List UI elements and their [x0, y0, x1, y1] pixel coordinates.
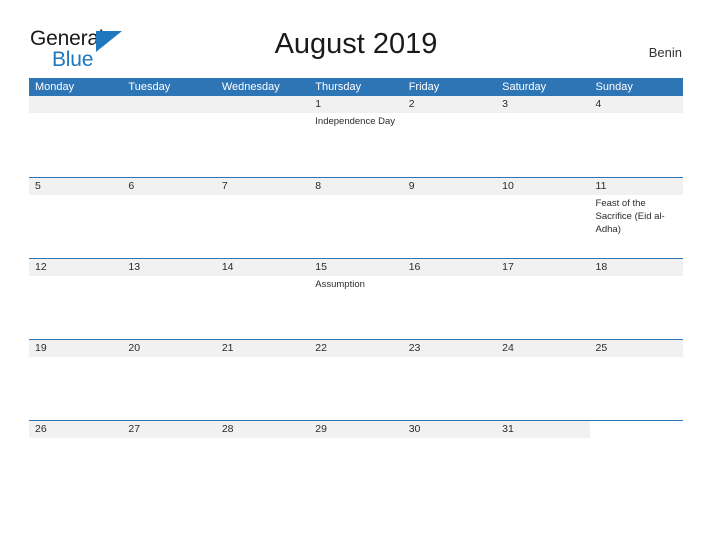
day-number: 15 [315, 261, 327, 273]
calendar-day-cell[interactable]: 19 [29, 340, 122, 420]
day-number: 20 [128, 342, 141, 354]
calendar-day-cell[interactable]: 29 [309, 421, 402, 501]
weekday-header-sunday: Sunday [595, 81, 633, 93]
calendar-day-cell[interactable]: 13 [122, 259, 215, 339]
day-number: 19 [35, 342, 47, 354]
calendar-week-row: 26 27 28 29 30 31 [29, 420, 683, 501]
calendar-day-cell[interactable]: 15 Assumption [309, 259, 402, 339]
calendar-day-cell[interactable]: 6 [122, 178, 215, 258]
calendar-day-cell[interactable]: 16 [403, 259, 496, 339]
day-number: 13 [128, 261, 141, 273]
calendar-day-cell-empty [29, 96, 122, 177]
calendar-week-row: 12 13 14 15 Assumption 16 17 18 [29, 258, 683, 339]
calendar-week-row: 19 20 21 22 23 24 25 [29, 339, 683, 420]
weekday-header-saturday: Saturday [502, 81, 547, 93]
calendar-day-cell[interactable]: 26 [29, 421, 122, 501]
weekday-header-tuesday: Tuesday [128, 81, 171, 93]
calendar-week-row: 5 6 7 8 9 10 11 Feast of the Sacrifice (Eid al-… [29, 177, 683, 258]
calendar-week-row: 1 Independence Day 2 3 4 [29, 96, 683, 177]
weekday-header-thursday: Thursday [315, 81, 362, 93]
day-number: 28 [221, 423, 234, 435]
calendar-day-cell[interactable]: 30 [403, 421, 496, 501]
calendar-day-cell[interactable]: 1 Independence Day [309, 96, 402, 177]
country-label: Benin [648, 45, 682, 60]
calendar-weeks: 1 Independence Day 2 3 4 5 6 7 8 9 10 11 Feast of th… [29, 96, 683, 501]
day-number: 17 [502, 261, 514, 273]
calendar-day-cell[interactable]: 3 [496, 96, 589, 177]
day-number: 8 [315, 180, 322, 192]
weekday-header-friday: Friday [408, 81, 440, 93]
day-number: 21 [221, 342, 234, 354]
calendar-day-cell[interactable]: 21 [216, 340, 309, 420]
calendar-day-cell[interactable]: 7 [216, 178, 309, 258]
day-event-label: Independence Day [315, 116, 396, 127]
weekday-header-row: Monday Tuesday Wednesday Thursday Friday Satu… [29, 78, 683, 96]
day-number: 6 [128, 180, 135, 192]
calendar-day-cell[interactable]: 2 [403, 96, 496, 177]
calendar-day-cell[interactable]: 22 [309, 340, 402, 420]
calendar-day-cell[interactable]: 9 [403, 178, 496, 258]
day-number: 2 [408, 98, 415, 110]
day-number: 25 [595, 342, 608, 354]
weekday-header-wednesday: Wednesday [221, 81, 280, 93]
day-number: 30 [408, 423, 421, 435]
day-number: 29 [315, 423, 327, 435]
day-event-label: Assumption [315, 279, 365, 290]
calendar-day-cell[interactable]: 25 [590, 340, 683, 420]
day-number: 18 [595, 261, 608, 273]
calendar-day-cell[interactable]: 18 [590, 259, 683, 339]
calendar-day-cell[interactable]: 14 [216, 259, 309, 339]
calendar-day-cell[interactable]: 17 [496, 259, 589, 339]
calendar-day-cell[interactable]: 20 [122, 340, 215, 420]
day-number: 14 [221, 261, 234, 273]
calendar-day-cell[interactable]: 12 [29, 259, 122, 339]
day-number: 31 [502, 423, 514, 435]
calendar-day-cell[interactable]: 24 [496, 340, 589, 420]
day-number: 4 [595, 98, 602, 110]
day-number: 1 [315, 98, 322, 110]
day-number: 22 [315, 342, 327, 354]
day-number: 23 [408, 342, 421, 354]
day-number: 9 [408, 180, 415, 192]
weekday-header-monday: Monday [35, 81, 75, 93]
calendar-day-cell[interactable]: 27 [122, 421, 215, 501]
page-title: August 2019 [274, 28, 438, 60]
day-number: 26 [35, 423, 47, 435]
day-number: 11 [595, 180, 607, 192]
calendar-day-cell[interactable]: 11 Feast of the Sacrifice (Eid al-Adha) [590, 178, 683, 258]
calendar-day-cell-empty [590, 421, 683, 501]
calendar-day-cell[interactable]: 5 [29, 178, 122, 258]
day-number: 7 [221, 180, 228, 192]
day-number: 5 [35, 180, 41, 192]
day-event-label: Feast of the Sacrifice (Eid al-Adha) [595, 198, 665, 235]
page-header: General Blue August 2019 Benin [0, 0, 712, 78]
day-number: 3 [502, 98, 508, 110]
calendar-day-cell-empty [122, 96, 215, 177]
day-number: 10 [502, 180, 514, 192]
calendar-day-cell[interactable]: 4 [590, 96, 683, 177]
calendar-day-cell[interactable]: 23 [403, 340, 496, 420]
day-number: 12 [35, 261, 47, 273]
day-number: 16 [408, 261, 421, 273]
calendar-day-cell[interactable]: 28 [216, 421, 309, 501]
calendar-day-cell-empty [216, 96, 309, 177]
calendar-day-cell[interactable]: 31 [496, 421, 589, 501]
calendar-grid: Monday Tuesday Wednesday Thursday Friday Satu… [29, 78, 683, 501]
day-number: 27 [128, 423, 141, 435]
day-number: 24 [502, 342, 514, 354]
calendar-day-cell[interactable]: 10 [496, 178, 589, 258]
calendar-day-cell[interactable]: 8 [309, 178, 402, 258]
